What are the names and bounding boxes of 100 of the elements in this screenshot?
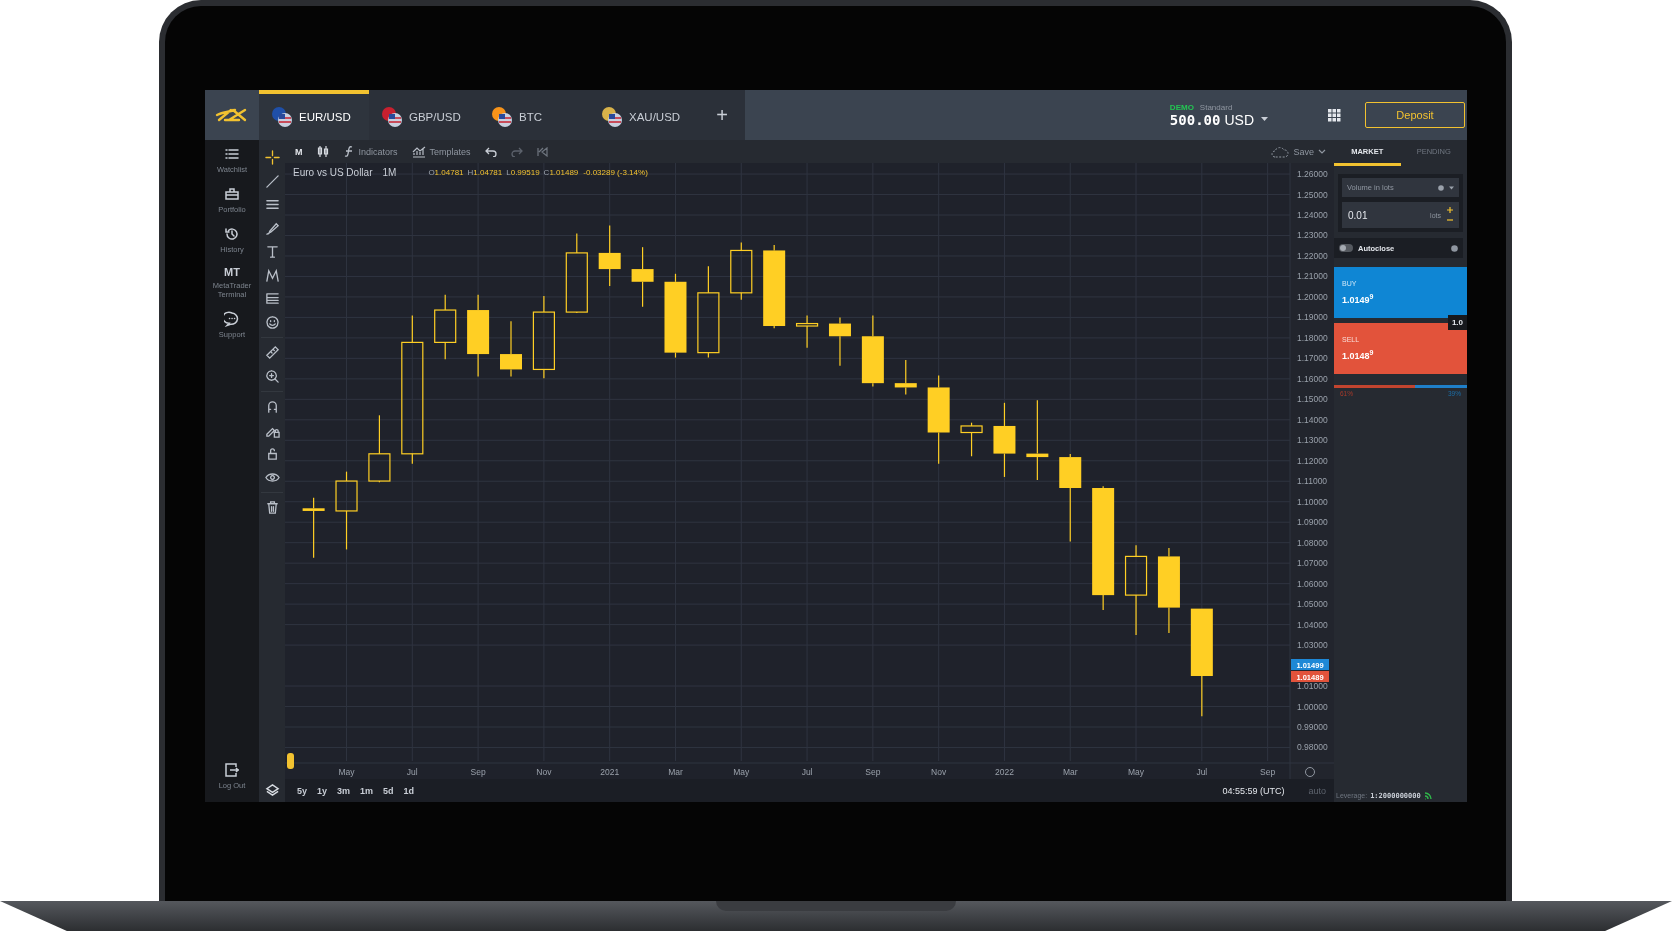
candle bbox=[828, 316, 851, 367]
deposit-button[interactable]: Deposit bbox=[1365, 102, 1465, 128]
scroll-handle[interactable] bbox=[287, 753, 294, 769]
flags-icon bbox=[381, 106, 403, 128]
range-button[interactable]: 3m bbox=[337, 785, 351, 796]
axis-label: 1.24000 bbox=[1297, 210, 1328, 220]
ohlc-label: O bbox=[428, 168, 435, 177]
redo-icon bbox=[510, 146, 523, 157]
chevron-icon bbox=[1318, 149, 1326, 154]
axis-label: 1.11000 bbox=[1297, 476, 1328, 487]
ohlc-label: C bbox=[543, 168, 550, 177]
line-tool-icon bbox=[264, 173, 280, 189]
indicators-button[interactable]: Indicators bbox=[342, 145, 398, 158]
candle bbox=[598, 224, 621, 287]
templates-button[interactable]: Templates bbox=[411, 145, 471, 158]
ohlc-value: 1.04781 bbox=[434, 168, 464, 177]
axis-label: 1.10000 bbox=[1297, 496, 1328, 507]
logout-icon bbox=[224, 762, 240, 778]
range-button[interactable]: 1m bbox=[360, 785, 374, 796]
axis-label: 1.06000 bbox=[1297, 578, 1328, 589]
flags-icon bbox=[271, 106, 293, 128]
range-button[interactable]: 1y bbox=[317, 785, 328, 796]
axis-label: Jul bbox=[801, 767, 813, 777]
caret-icon bbox=[1449, 185, 1454, 190]
axis-label: 2022 bbox=[995, 767, 1014, 777]
candles-icon bbox=[316, 145, 329, 158]
axis-label: 1.07000 bbox=[1297, 558, 1328, 569]
axis-label: Jul bbox=[406, 767, 418, 777]
axis-label: 1.00000 bbox=[1297, 701, 1328, 712]
axis-label: 1.20000 bbox=[1297, 291, 1328, 302]
axis-label: Mar bbox=[1062, 767, 1078, 777]
spread-badge: 1.0 bbox=[1447, 315, 1467, 330]
axis-label: 1.14000 bbox=[1297, 414, 1328, 425]
axis-label: May bbox=[1128, 767, 1145, 777]
range-button[interactable]: 5y bbox=[297, 785, 307, 796]
chart-type-button[interactable] bbox=[316, 145, 329, 158]
candle bbox=[894, 359, 917, 396]
minus-icon[interactable] bbox=[1447, 217, 1453, 223]
emoji-icon bbox=[264, 314, 280, 330]
info-icon[interactable] bbox=[1451, 244, 1458, 252]
axis-label: 1.04000 bbox=[1297, 619, 1328, 630]
ohlc-value: 1.04781 bbox=[473, 168, 503, 177]
axis-label: 0.99000 bbox=[1297, 722, 1328, 732]
cloud-icon bbox=[1271, 145, 1290, 158]
axis-label: 1.13000 bbox=[1297, 435, 1328, 446]
candle bbox=[368, 414, 391, 483]
symbol-tab[interactable]: GBP/USD bbox=[369, 90, 479, 140]
symbol-tab[interactable]: XAU/USD bbox=[589, 90, 699, 140]
autoclose-toggle[interactable] bbox=[1339, 244, 1353, 252]
candle bbox=[302, 497, 325, 559]
ohlc-label: L bbox=[506, 168, 511, 177]
axis-label: 0.98000 bbox=[1297, 742, 1328, 753]
layers-icon bbox=[264, 782, 280, 798]
chat-icon bbox=[224, 311, 240, 327]
candle bbox=[434, 294, 457, 360]
candle bbox=[730, 241, 753, 301]
axis-label: 1.19000 bbox=[1297, 312, 1328, 323]
text-icon bbox=[264, 244, 280, 260]
ohlc-value: 1.01489 bbox=[549, 168, 579, 177]
mt-icon-text: MT bbox=[224, 266, 240, 278]
axis-label: 1.08000 bbox=[1297, 537, 1328, 548]
rewind-icon bbox=[536, 146, 549, 157]
axis-label: Jul bbox=[1196, 767, 1208, 777]
axis-label: May bbox=[733, 767, 750, 777]
add-tab-button[interactable]: + bbox=[699, 90, 745, 140]
replay-button[interactable] bbox=[536, 146, 549, 157]
axis-label: 1.17000 bbox=[1297, 353, 1328, 364]
save-button[interactable]: Save bbox=[1271, 145, 1326, 158]
undo-button[interactable] bbox=[484, 146, 497, 157]
axis-label: Nov bbox=[931, 767, 947, 777]
axis-label: 1.23000 bbox=[1297, 230, 1328, 241]
balance-dropdown[interactable]: 500.00 USD bbox=[1169, 111, 1268, 128]
account-mode: DEMO bbox=[1169, 102, 1194, 112]
axis-label: Sep bbox=[1260, 767, 1276, 777]
axis-label: 1.15000 bbox=[1297, 394, 1328, 405]
symbol-tab[interactable]: EUR/USD bbox=[259, 90, 369, 140]
axis-label: Sep bbox=[865, 767, 881, 777]
candle bbox=[795, 314, 819, 349]
zoom-in-icon bbox=[264, 368, 280, 384]
candle bbox=[631, 246, 654, 308]
axis-label: Sep bbox=[470, 767, 486, 777]
range-button[interactable]: 5d bbox=[383, 785, 394, 796]
pattern-icon bbox=[264, 267, 280, 283]
candle bbox=[960, 422, 983, 457]
ohlc-value: 0.99519 bbox=[510, 168, 540, 177]
axis-label: Nov bbox=[536, 767, 552, 777]
info-icon[interactable] bbox=[1438, 184, 1444, 191]
timeframe-button[interactable]: M bbox=[295, 146, 303, 157]
symbol-name: Euro vs US Dollar bbox=[293, 167, 373, 178]
coin-flag-icon bbox=[601, 106, 623, 128]
axis-label: 2021 bbox=[600, 767, 620, 777]
apps-grid-icon[interactable] bbox=[1328, 108, 1341, 122]
axis-label: 1.26000 bbox=[1297, 169, 1328, 180]
plus-icon[interactable] bbox=[1447, 207, 1453, 213]
symbol-tab[interactable]: BTC bbox=[479, 90, 589, 140]
axis-label: 1.09000 bbox=[1297, 517, 1328, 528]
undo-icon bbox=[484, 146, 497, 157]
range-button[interactable]: 1d bbox=[403, 785, 415, 796]
trash-icon bbox=[264, 500, 280, 516]
candle bbox=[500, 320, 522, 377]
